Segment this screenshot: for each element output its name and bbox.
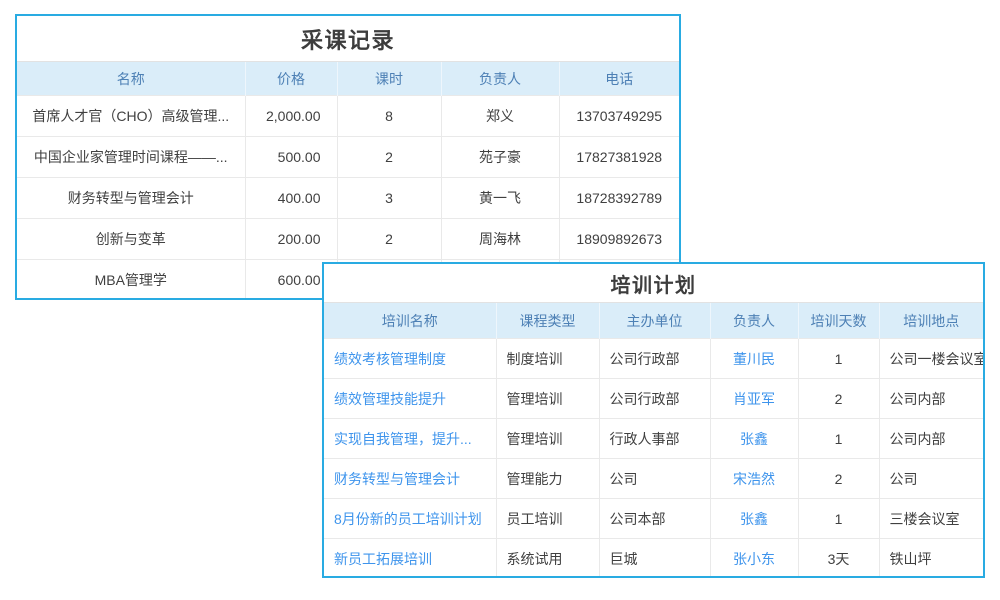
manager-link[interactable]: 董川民 [733, 351, 775, 367]
cell-price: 400.00 [245, 178, 337, 219]
cell-course-name: 首席人才官（CHO）高级管理... [17, 96, 245, 137]
cell-course-name: MBA管理学 [17, 260, 245, 301]
cell-price: 200.00 [245, 219, 337, 260]
cell-days: 1 [798, 499, 879, 539]
table-row: 财务转型与管理会计 管理能力 公司 宋浩然 2 公司 [324, 459, 983, 499]
purchase-records-title: 采课记录 [17, 16, 679, 62]
cell-manager: 张鑫 [710, 499, 798, 539]
cell-hours: 2 [337, 137, 441, 178]
column-header-training-name: 培训名称 [324, 303, 496, 339]
cell-manager: 苑子豪 [441, 137, 559, 178]
cell-course-type: 员工培训 [496, 499, 599, 539]
purchase-header-row: 名称 价格 课时 负责人 电话 [17, 62, 679, 96]
manager-link[interactable]: 张鑫 [740, 511, 768, 527]
cell-location: 公司一楼会议室 [879, 339, 983, 379]
column-header-name: 名称 [17, 62, 245, 96]
cell-manager: 张鑫 [710, 419, 798, 459]
cell-phone: 17827381928 [559, 137, 679, 178]
training-plan-table: 培训名称 课程类型 主办单位 负责人 培训天数 培训地点 绩效考核管理制度 制度… [324, 303, 983, 578]
column-header-days: 培训天数 [798, 303, 879, 339]
cell-phone: 13703749295 [559, 96, 679, 137]
cell-training-name: 8月份新的员工培训计划 [324, 499, 496, 539]
cell-organizer: 公司本部 [599, 499, 710, 539]
cell-training-name: 新员工拓展培训 [324, 539, 496, 579]
cell-manager: 黄一飞 [441, 178, 559, 219]
training-name-link[interactable]: 绩效考核管理制度 [334, 351, 446, 367]
cell-course-type: 系统试用 [496, 539, 599, 579]
column-header-price: 价格 [245, 62, 337, 96]
cell-manager: 张小东 [710, 539, 798, 579]
table-row: 8月份新的员工培训计划 员工培训 公司本部 张鑫 1 三楼会议室 [324, 499, 983, 539]
column-header-manager: 负责人 [441, 62, 559, 96]
column-header-manager: 负责人 [710, 303, 798, 339]
cell-course-name: 创新与变革 [17, 219, 245, 260]
training-plan-panel: 培训计划 培训名称 课程类型 主办单位 负责人 培训天数 培训地点 绩效考核管理… [322, 262, 985, 578]
cell-price: 2,000.00 [245, 96, 337, 137]
cell-training-name: 绩效考核管理制度 [324, 339, 496, 379]
cell-days: 3天 [798, 539, 879, 579]
manager-link[interactable]: 肖亚军 [733, 391, 775, 407]
cell-course-name: 中国企业家管理时间课程——... [17, 137, 245, 178]
cell-organizer: 巨城 [599, 539, 710, 579]
cell-course-type: 管理培训 [496, 379, 599, 419]
cell-location: 公司 [879, 459, 983, 499]
cell-price: 500.00 [245, 137, 337, 178]
table-row: 绩效考核管理制度 制度培训 公司行政部 董川民 1 公司一楼会议室 [324, 339, 983, 379]
cell-manager: 董川民 [710, 339, 798, 379]
cell-location: 公司内部 [879, 379, 983, 419]
column-header-location: 培训地点 [879, 303, 983, 339]
cell-phone: 18909892673 [559, 219, 679, 260]
cell-location: 公司内部 [879, 419, 983, 459]
cell-organizer: 公司 [599, 459, 710, 499]
cell-days: 2 [798, 379, 879, 419]
column-header-phone: 电话 [559, 62, 679, 96]
cell-days: 1 [798, 339, 879, 379]
cell-location: 铁山坪 [879, 539, 983, 579]
cell-manager: 周海林 [441, 219, 559, 260]
table-row: 实现自我管理，提升... 管理培训 行政人事部 张鑫 1 公司内部 [324, 419, 983, 459]
training-name-link[interactable]: 新员工拓展培训 [334, 551, 432, 567]
table-row: 中国企业家管理时间课程——... 500.00 2 苑子豪 1782738192… [17, 137, 679, 178]
cell-location: 三楼会议室 [879, 499, 983, 539]
purchase-records-panel: 采课记录 名称 价格 课时 负责人 电话 首席人才官（CHO）高级管理... 2… [15, 14, 681, 300]
training-name-link[interactable]: 8月份新的员工培训计划 [334, 511, 482, 527]
cell-organizer: 公司行政部 [599, 339, 710, 379]
cell-organizer: 行政人事部 [599, 419, 710, 459]
table-row: 绩效管理技能提升 管理培训 公司行政部 肖亚军 2 公司内部 [324, 379, 983, 419]
cell-manager: 肖亚军 [710, 379, 798, 419]
column-header-organizer: 主办单位 [599, 303, 710, 339]
cell-organizer: 公司行政部 [599, 379, 710, 419]
training-header-row: 培训名称 课程类型 主办单位 负责人 培训天数 培训地点 [324, 303, 983, 339]
cell-days: 1 [798, 419, 879, 459]
table-row: 首席人才官（CHO）高级管理... 2,000.00 8 郑义 13703749… [17, 96, 679, 137]
training-name-link[interactable]: 实现自我管理，提升... [334, 431, 472, 447]
cell-training-name: 财务转型与管理会计 [324, 459, 496, 499]
training-name-link[interactable]: 绩效管理技能提升 [334, 391, 446, 407]
cell-course-type: 管理能力 [496, 459, 599, 499]
cell-training-name: 绩效管理技能提升 [324, 379, 496, 419]
cell-days: 2 [798, 459, 879, 499]
cell-training-name: 实现自我管理，提升... [324, 419, 496, 459]
manager-link[interactable]: 宋浩然 [733, 471, 775, 487]
cell-manager: 宋浩然 [710, 459, 798, 499]
manager-link[interactable]: 张小东 [733, 551, 775, 567]
column-header-course-type: 课程类型 [496, 303, 599, 339]
cell-course-name: 财务转型与管理会计 [17, 178, 245, 219]
cell-course-type: 管理培训 [496, 419, 599, 459]
column-header-hours: 课时 [337, 62, 441, 96]
table-row: 财务转型与管理会计 400.00 3 黄一飞 18728392789 [17, 178, 679, 219]
cell-phone: 18728392789 [559, 178, 679, 219]
training-plan-title: 培训计划 [324, 264, 983, 303]
table-row: 新员工拓展培训 系统试用 巨城 张小东 3天 铁山坪 [324, 539, 983, 579]
cell-hours: 3 [337, 178, 441, 219]
cell-manager: 郑义 [441, 96, 559, 137]
training-name-link[interactable]: 财务转型与管理会计 [334, 471, 460, 487]
cell-hours: 2 [337, 219, 441, 260]
manager-link[interactable]: 张鑫 [740, 431, 768, 447]
cell-hours: 8 [337, 96, 441, 137]
cell-course-type: 制度培训 [496, 339, 599, 379]
table-row: 创新与变革 200.00 2 周海林 18909892673 [17, 219, 679, 260]
